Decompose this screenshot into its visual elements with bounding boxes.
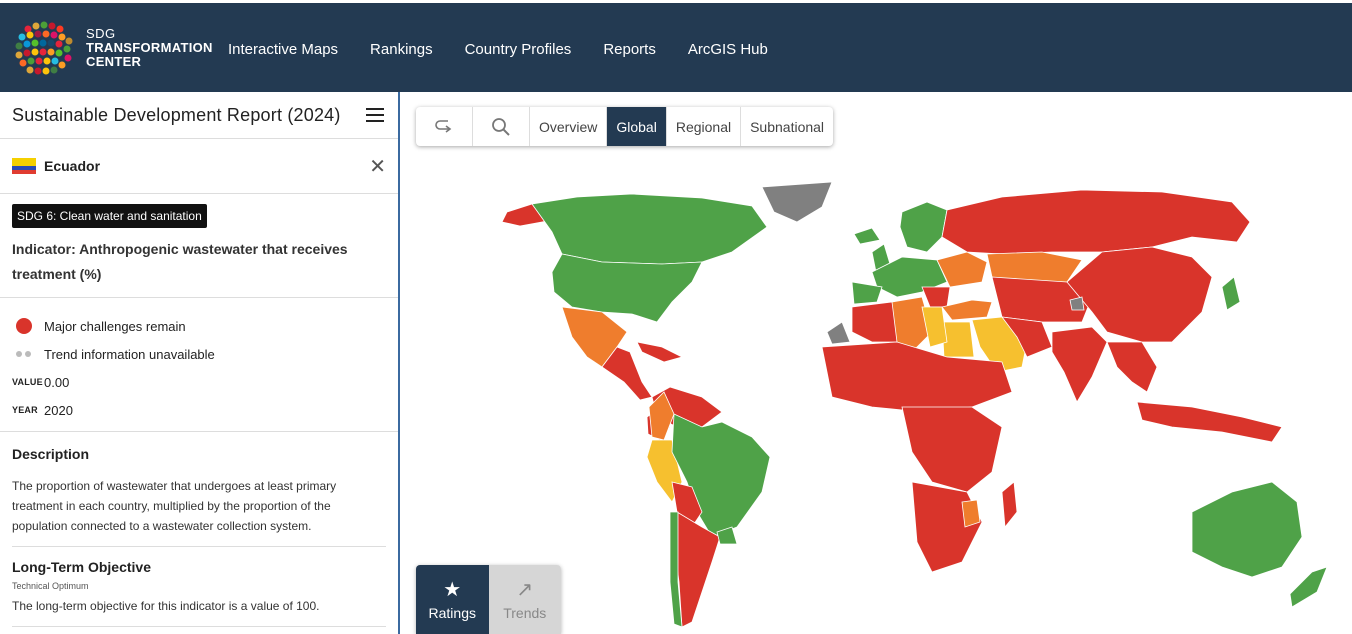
rating-dot-icon [16, 318, 32, 334]
map-region-new-zealand[interactable] [1289, 566, 1328, 608]
map-region-madagascar[interactable] [1001, 481, 1018, 529]
map-region-indonesia[interactable] [1136, 401, 1283, 443]
trend-text: Trend information unavailable [44, 346, 215, 362]
trends-label: Trends [503, 604, 547, 621]
map-region-greenland[interactable] [761, 182, 833, 223]
brand-name[interactable]: SDG TRANSFORMATION CENTER [86, 27, 213, 69]
nav-reports[interactable]: Reports [603, 41, 656, 58]
rating-row: Major challenges remain [12, 312, 386, 340]
map-region-russia[interactable] [941, 189, 1251, 255]
nav-interactive-maps[interactable]: Interactive Maps [228, 41, 338, 58]
map-region-mozambique[interactable] [961, 499, 981, 528]
ecuador-flag-icon [12, 158, 36, 174]
objective-heading: Long-Term Objective [12, 559, 151, 575]
divider [12, 626, 386, 627]
value-text: 0.00 [44, 374, 70, 390]
map-region-caribbean[interactable] [636, 341, 684, 363]
search-icon [492, 117, 510, 136]
indicator-status: Major challenges remain Trend informatio… [0, 298, 398, 432]
map-region-southern-africa[interactable] [911, 481, 983, 573]
indicator-section: SDG 6: Clean water and sanitation Indica… [0, 194, 398, 298]
value-row: VALUE 0.00 [12, 368, 386, 396]
description-text: The proportion of wastewater that underg… [12, 479, 337, 533]
year-label: YEAR [12, 405, 38, 415]
map-region-balkans[interactable] [921, 286, 951, 308]
year-text: 2020 [44, 402, 73, 418]
close-icon[interactable]: ✕ [369, 154, 386, 179]
trend-unavailable-icon [16, 351, 31, 357]
map-region-india[interactable] [1051, 326, 1108, 403]
divider [12, 546, 386, 547]
map-region-australia[interactable] [1191, 481, 1303, 578]
map-region-western-sahara[interactable] [826, 321, 851, 345]
brand-line-1: SDG [86, 26, 116, 41]
sidebar-header: Sustainable Development Report (2024) [0, 92, 398, 139]
nav-rankings[interactable]: Rankings [370, 41, 433, 58]
trend-row: Trend information unavailable [12, 340, 386, 368]
map-toolbar: Overview Global Regional Subnational [416, 107, 834, 146]
trends-mode-button[interactable]: ↗ Trends [488, 565, 561, 634]
nav-country-profiles[interactable]: Country Profiles [465, 41, 572, 58]
brand-line-3: CENTER [86, 54, 142, 69]
objective-subtitle: Technical Optimum [12, 581, 89, 591]
search-button[interactable] [473, 107, 530, 146]
map-region-southeast-asia[interactable] [1106, 341, 1158, 393]
map-region-turkey[interactable] [941, 299, 993, 321]
map-region-iceland[interactable] [853, 227, 881, 245]
sidebar-panel: Sustainable Development Report (2024) Ec… [0, 92, 400, 634]
year-row: YEAR 2020 [12, 396, 386, 424]
brand-line-2: TRANSFORMATION [86, 40, 213, 55]
nav-arcgis-hub[interactable]: ArcGIS Hub [688, 41, 768, 58]
ratings-label: Ratings [428, 604, 476, 621]
map-area[interactable]: Overview Global Regional Subnational ★ R… [402, 92, 1352, 634]
map-region-scandinavia[interactable] [899, 201, 948, 253]
description-section: Description The proportion of wastewater… [0, 432, 398, 627]
main-nav: Interactive Maps Rankings Country Profil… [228, 41, 768, 58]
value-label: VALUE [12, 377, 43, 387]
objective-text: The long-term objective for this indicat… [12, 599, 320, 613]
tab-overview[interactable]: Overview [530, 107, 608, 146]
tab-subnational[interactable]: Subnational [741, 107, 833, 146]
report-title: Sustainable Development Report (2024) [12, 104, 341, 125]
menu-icon[interactable] [366, 108, 384, 122]
description-heading: Description [12, 446, 90, 462]
map-mode-switch: ★ Ratings ↗ Trends [416, 565, 561, 634]
rating-text: Major challenges remain [44, 318, 186, 334]
tab-regional[interactable]: Regional [667, 107, 742, 146]
map-region-canada[interactable] [531, 193, 768, 265]
sdg-goal-badge: SDG 6: Clean water and sanitation [12, 204, 207, 228]
undo-icon [435, 119, 452, 133]
country-row: Ecuador ✕ [0, 139, 398, 194]
map-region-central-africa[interactable] [901, 406, 1003, 493]
trend-arrow-icon: ↗ [516, 578, 534, 601]
country-name: Ecuador [44, 158, 101, 174]
ratings-mode-button[interactable]: ★ Ratings [416, 565, 489, 634]
top-navigation-bar: SDG TRANSFORMATION CENTER Interactive Ma… [0, 0, 1352, 92]
map-region-japan[interactable] [1221, 276, 1241, 311]
sdg-logo-icon[interactable] [14, 21, 76, 77]
undo-button[interactable] [416, 107, 473, 146]
indicator-title: Indicator: Anthropogenic wastewater that… [12, 241, 348, 282]
tab-global[interactable]: Global [607, 107, 667, 146]
star-icon: ★ [443, 578, 462, 601]
map-region-libya[interactable] [921, 306, 948, 348]
